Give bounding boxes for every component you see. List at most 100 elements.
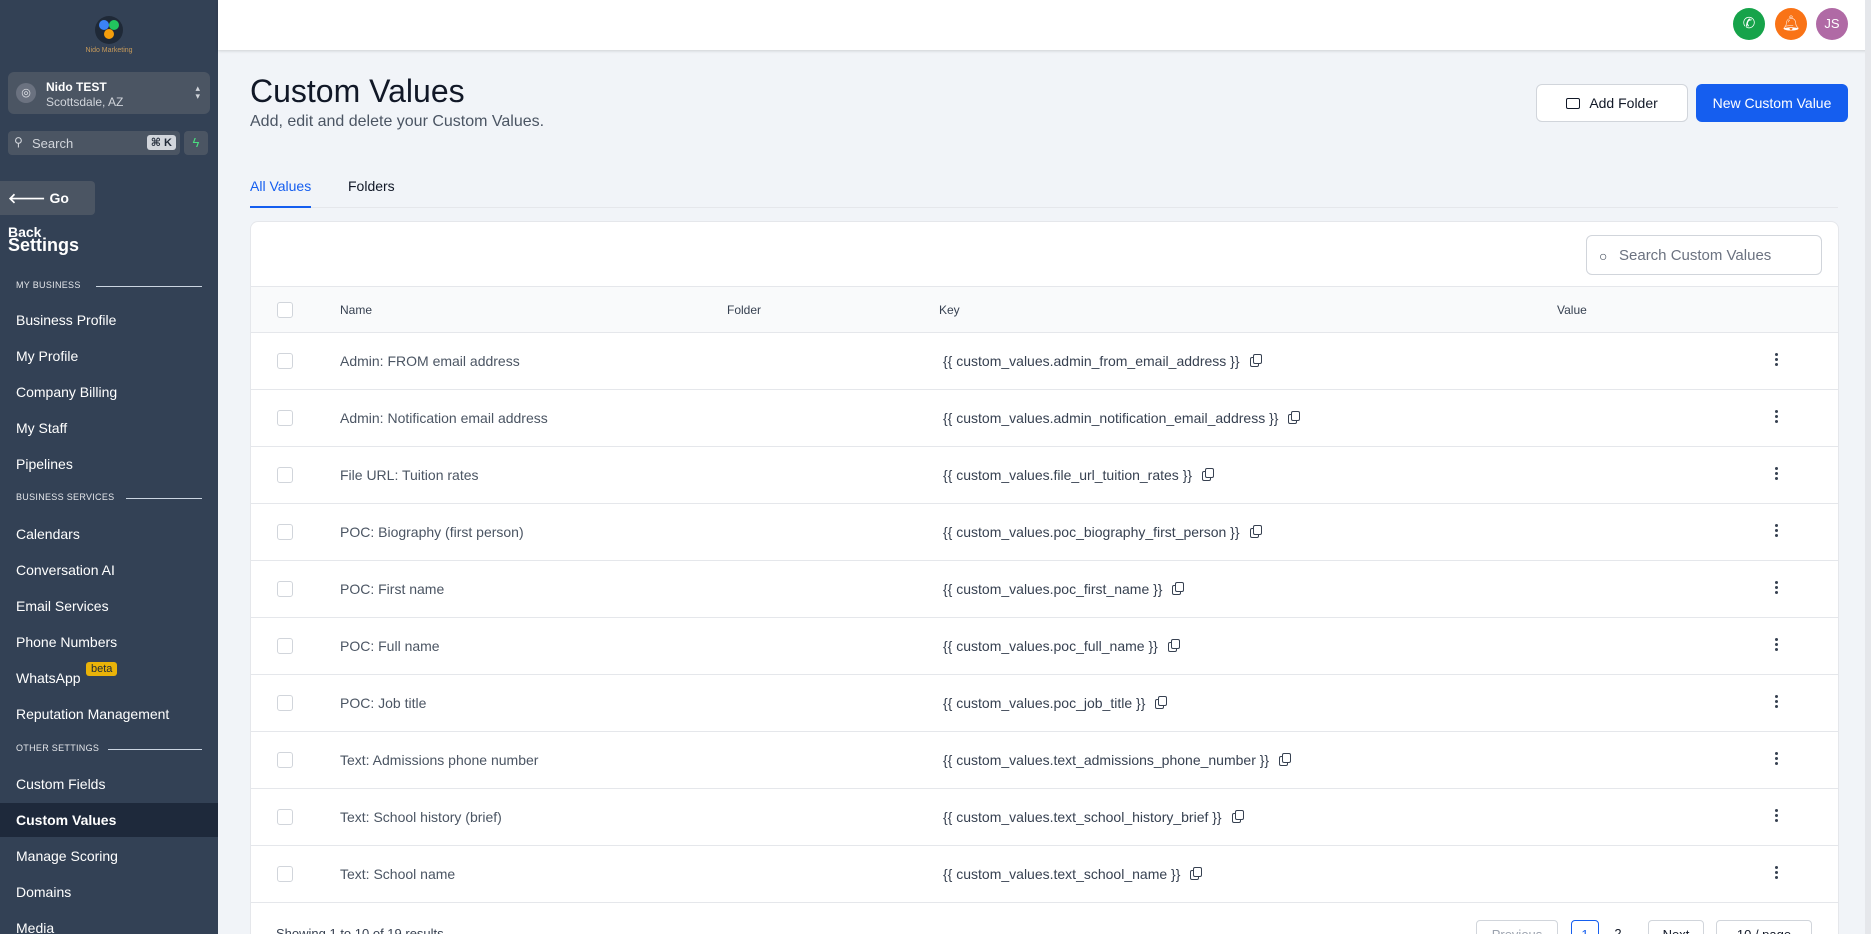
copy-icon[interactable] [1288,411,1301,425]
table-row[interactable]: Text: Admissions phone number {{ custom_… [251,732,1838,789]
row-more-icon[interactable] [1773,408,1779,428]
sidebar-item-whatsapp[interactable]: WhatsApp [16,670,81,686]
custom-values-card: ○ Name Folder Key Value Admin: FROM emai… [250,221,1839,934]
copy-icon[interactable] [1172,582,1185,596]
row-more-icon[interactable] [1773,750,1779,770]
sidebar-search[interactable]: ⚲ Search ⌘ K [8,131,180,155]
section-my-business: MY BUSINESS [16,280,81,290]
quick-actions-bolt-icon[interactable]: ϟ [184,131,208,155]
row-checkbox[interactable] [277,524,293,540]
row-checkbox[interactable] [277,467,293,483]
copy-icon[interactable] [1190,867,1203,881]
next-page-button[interactable]: Next [1648,920,1704,934]
page-2-button[interactable]: 2 [1607,920,1629,934]
copy-icon[interactable] [1155,696,1168,710]
row-checkbox[interactable] [277,410,293,426]
row-more-icon[interactable] [1773,579,1779,599]
search-custom-values[interactable]: ○ [1586,235,1822,275]
row-more-icon[interactable] [1773,636,1779,656]
select-all-checkbox[interactable] [277,302,293,318]
row-more-icon[interactable] [1773,465,1779,485]
table-row[interactable]: POC: Full name {{ custom_values.poc_full… [251,618,1838,675]
table-row[interactable]: POC: Biography (first person) {{ custom_… [251,504,1838,561]
add-folder-label: Add Folder [1589,95,1658,111]
row-key-text: {{ custom_values.file_url_tuition_rates … [943,467,1193,483]
sidebar-item-manage-scoring[interactable]: Manage Scoring [16,848,118,864]
section-business-services: BUSINESS SERVICES [16,492,115,502]
page-1-button[interactable]: 1 [1571,920,1599,934]
sidebar-item-email-services[interactable]: Email Services [16,598,109,614]
column-header-value[interactable]: Value [1557,303,1587,317]
table-row[interactable]: Admin: FROM email address {{ custom_valu… [251,333,1838,390]
location-icon: ◎ [16,83,36,103]
row-more-icon[interactable] [1773,351,1779,371]
logo-mark-icon [95,16,123,44]
active-tab-indicator [250,206,311,208]
sidebar-item-business-profile[interactable]: Business Profile [16,312,116,328]
arrow-left-icon: 🡐 [8,190,46,206]
go-back-button[interactable]: 🡐 Go Back [0,181,95,240]
tab-folders[interactable]: Folders [348,178,395,194]
table-row[interactable]: Text: School history (brief) {{ custom_v… [251,789,1838,846]
brand-logo[interactable]: Nido Marketing [82,16,136,56]
column-header-key[interactable]: Key [939,303,960,317]
copy-icon[interactable] [1167,639,1181,653]
copy-icon[interactable] [1249,354,1263,368]
location-switcher[interactable]: ◎ Nido TEST Scottsdale, AZ ▴ ▾ [8,72,210,114]
table-row[interactable]: POC: Job title {{ custom_values.poc_job_… [251,675,1838,732]
row-checkbox[interactable] [277,695,293,711]
row-checkbox[interactable] [277,638,293,654]
table-row[interactable]: Text: School name {{ custom_values.text_… [251,846,1838,903]
tab-all-values[interactable]: All Values [250,178,311,194]
row-key: {{ custom_values.poc_full_name }} [943,638,1181,654]
row-key-text: {{ custom_values.poc_full_name }} [943,638,1158,654]
table-row[interactable]: POC: First name {{ custom_values.poc_fir… [251,561,1838,618]
sidebar-item-domains[interactable]: Domains [16,884,71,900]
bell-icon[interactable]: 🔔︎ [1775,8,1807,40]
add-folder-button[interactable]: Add Folder [1536,84,1688,122]
row-more-icon[interactable] [1773,807,1779,827]
phone-icon[interactable]: ✆ [1733,8,1765,40]
pagination-summary: Showing 1 to 10 of 19 results [276,926,444,934]
sidebar-item-conversation-ai[interactable]: Conversation AI [16,562,115,578]
sidebar-item-reputation-management[interactable]: Reputation Management [16,706,169,722]
row-more-icon[interactable] [1773,864,1779,884]
row-checkbox[interactable] [277,809,293,825]
copy-icon[interactable] [1249,525,1263,539]
row-key: {{ custom_values.poc_biography_first_per… [943,524,1263,540]
row-more-icon[interactable] [1773,693,1779,713]
sidebar-item-media[interactable]: Media [16,920,54,934]
column-header-folder[interactable]: Folder [727,303,761,317]
row-checkbox[interactable] [277,866,293,882]
row-name: POC: First name [340,581,445,597]
sidebar-item-calendars[interactable]: Calendars [16,526,80,542]
row-key: {{ custom_values.text_admissions_phone_n… [943,752,1292,768]
table-row[interactable]: Admin: Notification email address {{ cus… [251,390,1838,447]
previous-page-button[interactable]: Previous [1476,920,1558,934]
page-size-select[interactable]: 10 / page [1716,920,1812,934]
row-checkbox[interactable] [277,581,293,597]
sidebar-item-custom-fields[interactable]: Custom Fields [16,776,105,792]
copy-icon[interactable] [1279,753,1292,767]
row-checkbox[interactable] [277,752,293,768]
copy-icon[interactable] [1202,468,1215,482]
row-key-text: {{ custom_values.poc_first_name }} [943,581,1163,597]
page-scrollbar[interactable] [1865,0,1871,934]
sidebar-item-custom-values[interactable]: Custom Values [16,812,116,828]
copy-icon[interactable] [1231,810,1245,824]
sidebar-item-my-staff[interactable]: My Staff [16,420,67,436]
sidebar-item-pipelines[interactable]: Pipelines [16,456,73,472]
new-custom-value-button[interactable]: New Custom Value [1696,84,1848,122]
row-checkbox[interactable] [277,353,293,369]
search-custom-values-input[interactable] [1619,245,1815,265]
row-more-icon[interactable] [1773,522,1779,542]
sidebar-item-my-profile[interactable]: My Profile [16,348,78,364]
row-name: Text: School history (brief) [340,809,502,825]
sidebar-item-company-billing[interactable]: Company Billing [16,384,117,400]
table-row[interactable]: File URL: Tuition rates {{ custom_values… [251,447,1838,504]
avatar[interactable]: JS [1816,8,1848,40]
column-header-name[interactable]: Name [340,303,372,317]
sidebar-item-phone-numbers[interactable]: Phone Numbers [16,634,117,650]
section-divider [96,286,202,287]
row-name: Admin: FROM email address [340,353,520,369]
